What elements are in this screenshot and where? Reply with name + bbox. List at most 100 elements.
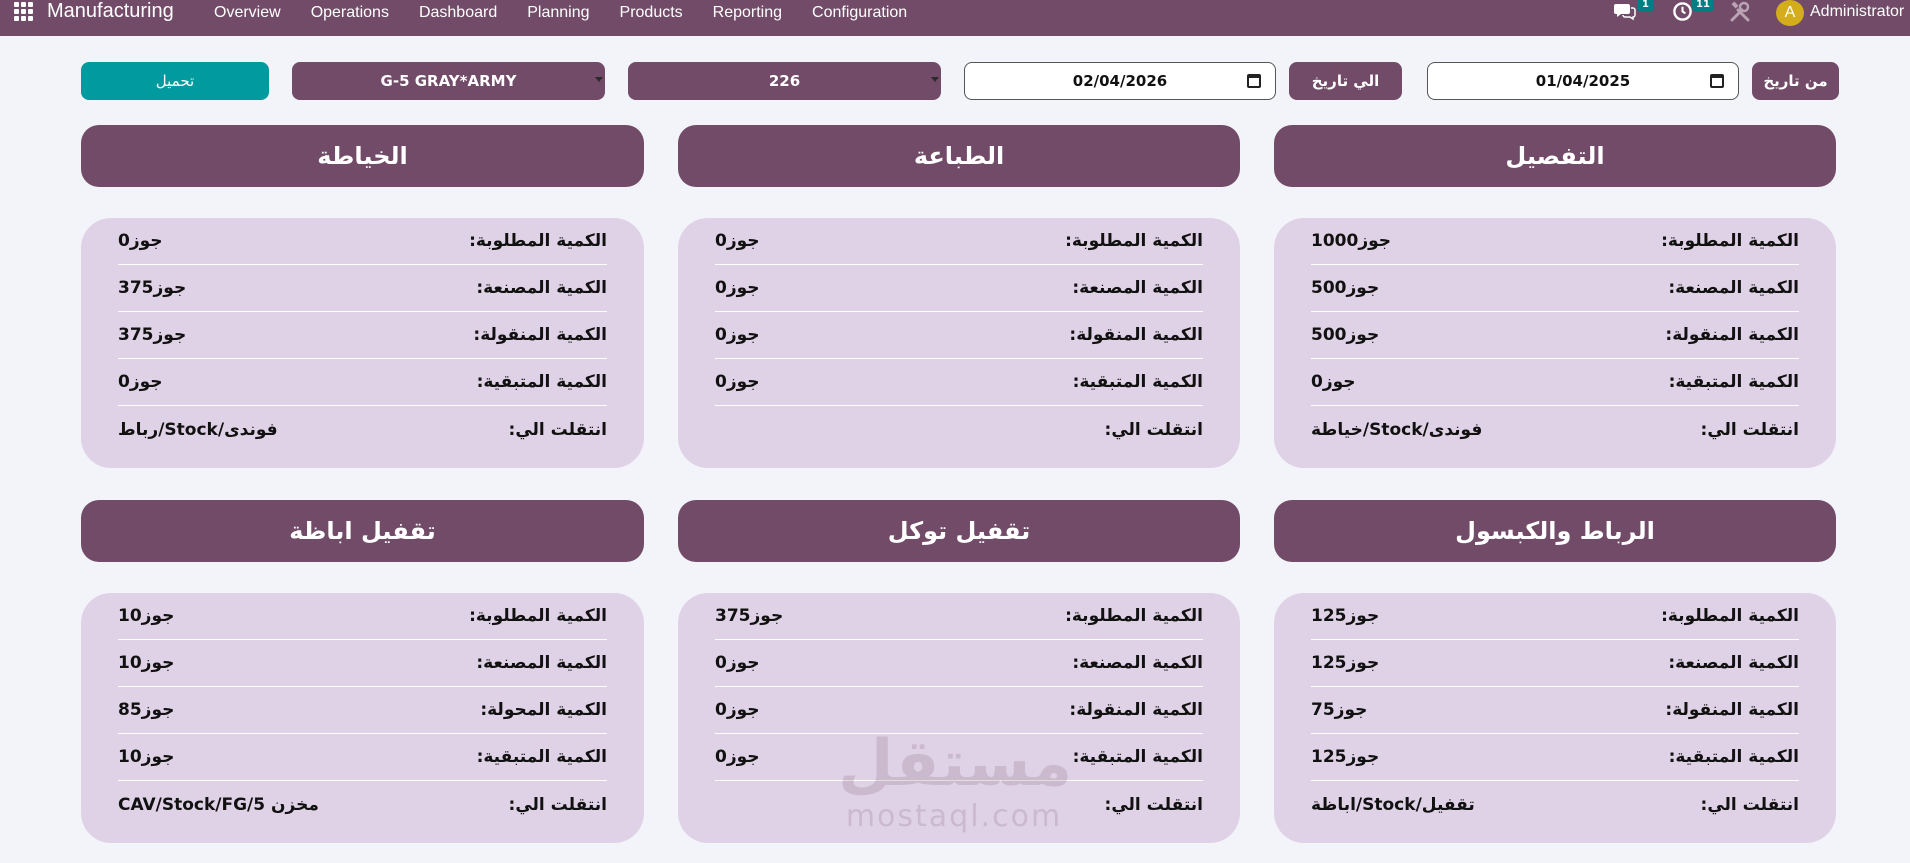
- row-label: الكمية المصنعة:: [1072, 653, 1203, 673]
- row-value: مخزن CAV/Stock/FG/5: [118, 794, 319, 815]
- row-remaining: الكمية المتبقية: جوز125: [1311, 734, 1799, 781]
- row-required: الكمية المطلوبة: جوز0: [715, 218, 1203, 265]
- watermark: مستقل mostaql.com: [838, 728, 1072, 844]
- row-label: الكمية المصنعة:: [1072, 278, 1203, 298]
- menu-reporting[interactable]: Reporting: [713, 4, 782, 22]
- app-brand[interactable]: Manufacturing: [47, 0, 174, 23]
- row-moved-to: انتقلت الي: مخزن CAV/Stock/FG/5: [118, 781, 607, 828]
- row-value: جوز10: [118, 653, 175, 673]
- chevron-down-icon: [931, 77, 939, 82]
- card-cutting: الكمية المطلوبة: جوز1000 الكمية المصنعة: ج…: [1274, 218, 1836, 468]
- row-manufactured: الكمية المصنعة: جوز0: [715, 265, 1203, 312]
- row-label: الكمية المصنعة:: [1668, 278, 1799, 298]
- row-label: الكمية المطلوبة:: [469, 606, 607, 626]
- chat-count-badge: 1: [1637, 0, 1654, 11]
- row-label: الكمية المطلوبة:: [1661, 606, 1799, 626]
- main-menu: Overview Operations Dashboard Planning P…: [214, 4, 937, 22]
- row-value: جوز0: [715, 747, 760, 767]
- row-remaining: الكمية المتبقية: جوز0: [118, 359, 607, 406]
- row-manufactured: الكمية المصنعة: جوز500: [1311, 265, 1799, 312]
- product-select-value: G-5 GRAY*ARMY: [380, 72, 517, 90]
- row-value: جوز10: [118, 747, 175, 767]
- section-header-finishing-abaza: تقفيل اباظة: [81, 500, 644, 562]
- section-header-cutting: التفصيل: [1274, 125, 1836, 187]
- calendar-icon[interactable]: [1710, 74, 1724, 88]
- watermark-latin: mostaql.com: [845, 799, 1063, 834]
- row-label: الكمية المتبقية:: [476, 372, 607, 392]
- menu-overview[interactable]: Overview: [214, 4, 281, 22]
- row-value: جوز0: [715, 231, 760, 251]
- top-navbar: Manufacturing Overview Operations Dashbo…: [0, 0, 1910, 36]
- to-date-label: الي تاريخ: [1289, 62, 1402, 100]
- from-date-label: من تاريخ: [1752, 62, 1839, 100]
- row-value: جوز0: [1311, 372, 1356, 392]
- row-label: الكمية المتبقية:: [1668, 372, 1799, 392]
- row-value: جوز0: [118, 231, 163, 251]
- row-required: الكمية المطلوبة: جوز1000: [1311, 218, 1799, 265]
- row-label: الكمية المتبقية:: [1668, 747, 1799, 767]
- row-label: الكمية المتبقية:: [476, 747, 607, 767]
- order-select-value: 226: [768, 72, 801, 90]
- order-select[interactable]: 226: [628, 62, 941, 100]
- chevron-down-icon: [595, 77, 603, 82]
- menu-products[interactable]: Products: [620, 4, 683, 22]
- row-value: جوز0: [715, 325, 760, 345]
- from-date-input[interactable]: 01/04/2025: [1427, 62, 1739, 100]
- apps-grid-icon[interactable]: [14, 2, 33, 21]
- row-remaining: الكمية المتبقية: جوز0: [1311, 359, 1799, 406]
- user-avatar[interactable]: A: [1776, 0, 1804, 26]
- row-value: جوز375: [118, 278, 187, 298]
- row-transferred: الكمية المحولة: جوز85: [118, 687, 607, 734]
- row-transferred: الكمية المنقولة: جوز500: [1311, 312, 1799, 359]
- user-name[interactable]: Administrator: [1810, 3, 1904, 21]
- row-value: جوز0: [715, 700, 760, 720]
- menu-operations[interactable]: Operations: [311, 4, 389, 22]
- row-value: جوز10: [118, 606, 175, 626]
- calendar-icon[interactable]: [1247, 74, 1261, 88]
- row-label: انتقلت الي:: [1104, 794, 1203, 815]
- row-remaining: الكمية المتبقية: جوز0: [715, 359, 1203, 406]
- row-label: الكمية المنقولة:: [1069, 700, 1203, 720]
- to-date-value: 02/04/2026: [1072, 72, 1168, 90]
- row-label: الكمية المنقولة:: [1665, 700, 1799, 720]
- card-finishing-abaza: الكمية المطلوبة: جوز10 الكمية المصنعة: جوز…: [81, 593, 644, 843]
- menu-planning[interactable]: Planning: [527, 4, 589, 22]
- chat-icon[interactable]: [1614, 1, 1636, 21]
- load-button[interactable]: تحميل: [81, 62, 269, 100]
- section-header-laces: الرباط والكبسول: [1274, 500, 1836, 562]
- row-label: الكمية المصنعة:: [1668, 653, 1799, 673]
- activity-count-badge: 11: [1692, 0, 1714, 11]
- row-label: انتقلت الي:: [508, 419, 607, 440]
- product-select[interactable]: G-5 GRAY*ARMY: [292, 62, 605, 100]
- row-label: انتقلت الي:: [1700, 419, 1799, 440]
- row-value: جوز375: [118, 325, 187, 345]
- row-value: جوز375: [715, 606, 784, 626]
- row-moved-to: انتقلت الي: تقفيل/Stock/اباظة: [1311, 781, 1799, 828]
- row-transferred: الكمية المنقولة: جوز75: [1311, 687, 1799, 734]
- row-label: الكمية المتبقية:: [1072, 372, 1203, 392]
- row-label: الكمية المتبقية:: [1072, 747, 1203, 767]
- row-value: جوز1000: [1311, 231, 1392, 251]
- row-label: الكمية المطلوبة:: [469, 231, 607, 251]
- menu-configuration[interactable]: Configuration: [812, 4, 907, 22]
- to-date-input[interactable]: 02/04/2026: [964, 62, 1276, 100]
- row-manufactured: الكمية المصنعة: جوز0: [715, 640, 1203, 687]
- row-value: جوز125: [1311, 653, 1380, 673]
- row-required: الكمية المطلوبة: جوز10: [118, 593, 607, 640]
- menu-dashboard[interactable]: Dashboard: [419, 4, 497, 22]
- clock-icon[interactable]: [1672, 1, 1693, 22]
- row-value: جوز125: [1311, 606, 1380, 626]
- row-value: جوز75: [1311, 700, 1368, 720]
- row-moved-to: انتقلت الي:: [715, 406, 1203, 453]
- row-value: جوز500: [1311, 278, 1380, 298]
- row-value: جوز0: [715, 653, 760, 673]
- row-transferred: الكمية المنقولة: جوز0: [715, 312, 1203, 359]
- row-value: تقفيل/Stock/اباظة: [1311, 794, 1475, 815]
- row-label: الكمية المنقولة:: [1069, 325, 1203, 345]
- debug-tools-icon[interactable]: [1728, 0, 1752, 24]
- card-laces: الكمية المطلوبة: جوز125 الكمية المصنعة: جو…: [1274, 593, 1836, 843]
- row-manufactured: الكمية المصنعة: جوز10: [118, 640, 607, 687]
- from-date-value: 01/04/2025: [1535, 72, 1631, 90]
- row-value: جوز85: [118, 700, 175, 720]
- row-label: الكمية المطلوبة:: [1661, 231, 1799, 251]
